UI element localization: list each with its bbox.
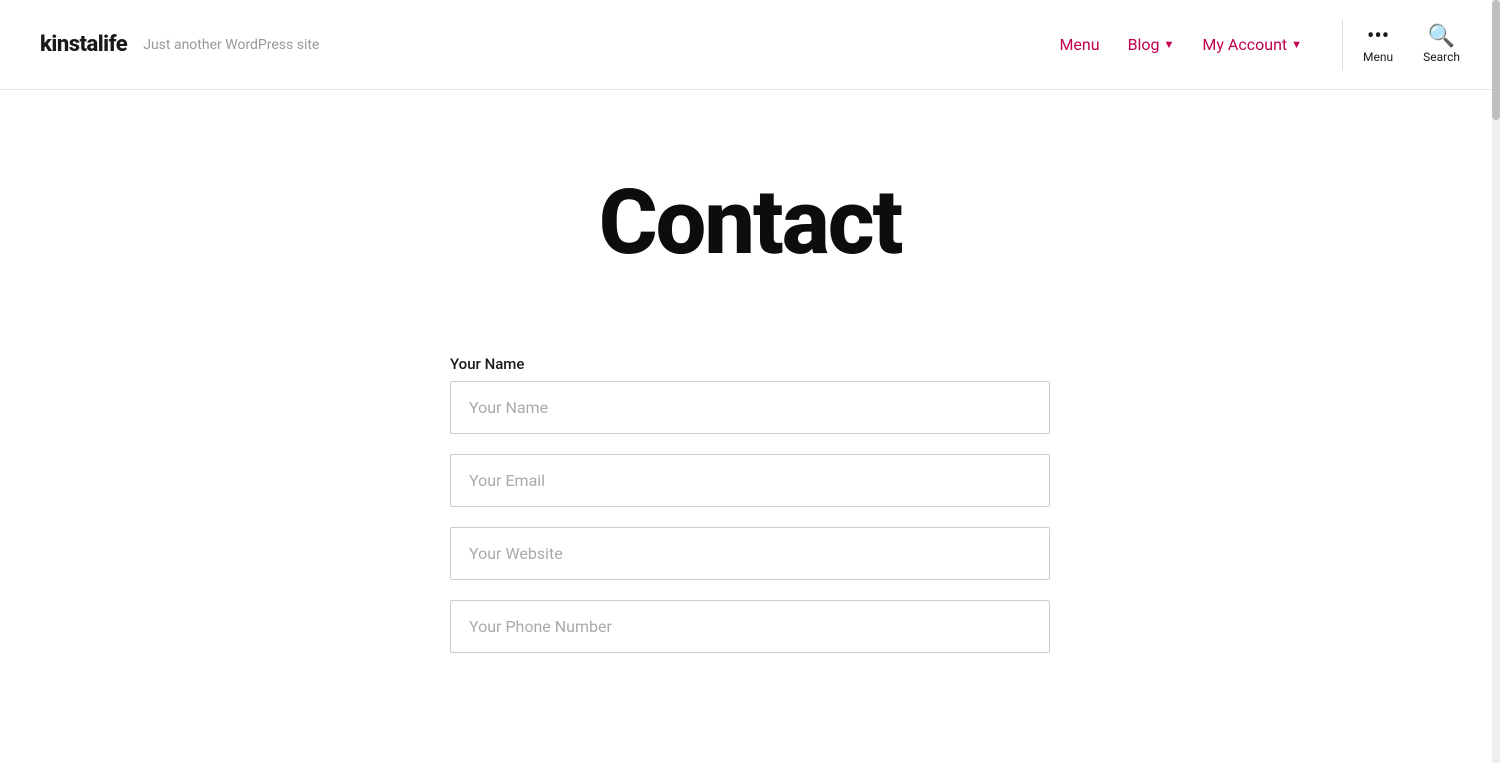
dots-menu-icon: •••: [1367, 26, 1389, 48]
site-title: kinstalife: [40, 32, 127, 57]
scrollbar[interactable]: [1492, 0, 1500, 763]
menu-icon-button[interactable]: ••• Menu: [1363, 26, 1393, 64]
site-header: kinstalife Just another WordPress site M…: [0, 0, 1500, 90]
header-divider: [1342, 20, 1343, 70]
name-label: Your Name: [450, 355, 1050, 373]
main-nav: Menu Blog ▼ My Account ▼: [1059, 35, 1302, 54]
email-form-group: [450, 454, 1050, 507]
main-content: Contact Your Name: [0, 90, 1500, 733]
phone-input[interactable]: [450, 600, 1050, 653]
header-icon-group: ••• Menu 🔍 Search: [1363, 26, 1460, 64]
header-left: kinstalife Just another WordPress site: [40, 32, 319, 57]
name-input[interactable]: [450, 381, 1050, 434]
menu-nav-link[interactable]: Menu: [1059, 35, 1099, 54]
contact-form: Your Name: [450, 355, 1050, 673]
blog-chevron-icon: ▼: [1164, 38, 1175, 51]
site-tagline: Just another WordPress site: [143, 37, 319, 53]
email-input[interactable]: [450, 454, 1050, 507]
phone-form-group: [450, 600, 1050, 653]
website-form-group: [450, 527, 1050, 580]
website-input[interactable]: [450, 527, 1050, 580]
search-icon: 🔍: [1428, 26, 1455, 48]
scrollbar-thumb[interactable]: [1492, 0, 1500, 120]
my-account-nav-link[interactable]: My Account ▼: [1202, 35, 1302, 54]
search-icon-button[interactable]: 🔍 Search: [1423, 26, 1460, 64]
header-right: Menu Blog ▼ My Account ▼ ••• Menu 🔍 Sear…: [1059, 20, 1460, 70]
page-title: Contact: [599, 170, 902, 275]
my-account-chevron-icon: ▼: [1291, 38, 1302, 51]
blog-nav-link[interactable]: Blog ▼: [1128, 35, 1175, 54]
name-form-group: Your Name: [450, 355, 1050, 434]
